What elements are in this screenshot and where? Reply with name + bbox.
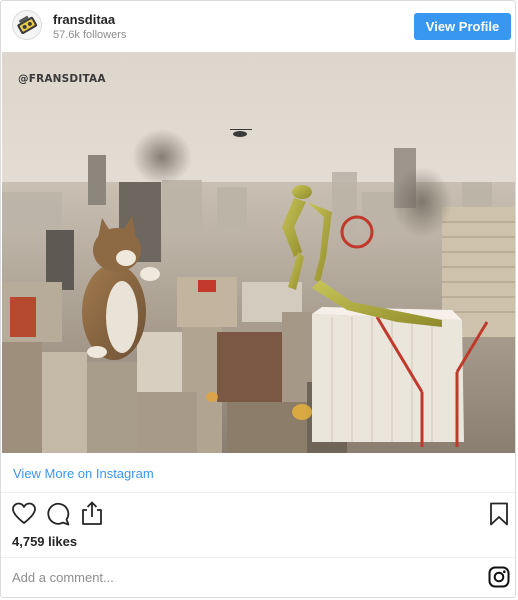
divider: [1, 557, 515, 558]
instagram-embed: fransditaa 57.6k followers View Profile: [0, 0, 516, 598]
follower-count: 57.6k followers: [53, 29, 127, 41]
comment-button[interactable]: [45, 501, 71, 527]
view-profile-button[interactable]: View Profile: [414, 13, 511, 40]
avatar[interactable]: [12, 10, 42, 40]
city-kaiju-photo: [2, 52, 515, 453]
like-count: 4,759 likes: [12, 534, 78, 549]
instagram-logo-icon[interactable]: [488, 566, 510, 588]
like-button[interactable]: [11, 501, 37, 527]
post-header: fransditaa 57.6k followers View Profile: [1, 1, 515, 51]
username[interactable]: fransditaa: [53, 12, 115, 27]
bookmark-icon: [490, 502, 508, 526]
photo-watermark: @FRANSDITAA: [18, 73, 106, 85]
post-photo[interactable]: @FRANSDITAA: [2, 52, 515, 453]
heart-icon: [12, 502, 36, 524]
comment-input[interactable]: Add a comment...: [12, 570, 114, 585]
share-button[interactable]: [79, 500, 105, 526]
divider: [1, 492, 515, 493]
share-icon: [82, 501, 102, 525]
comment-icon: [47, 502, 70, 526]
view-more-link[interactable]: View More on Instagram: [13, 466, 154, 481]
bookmark-button[interactable]: [486, 501, 512, 527]
